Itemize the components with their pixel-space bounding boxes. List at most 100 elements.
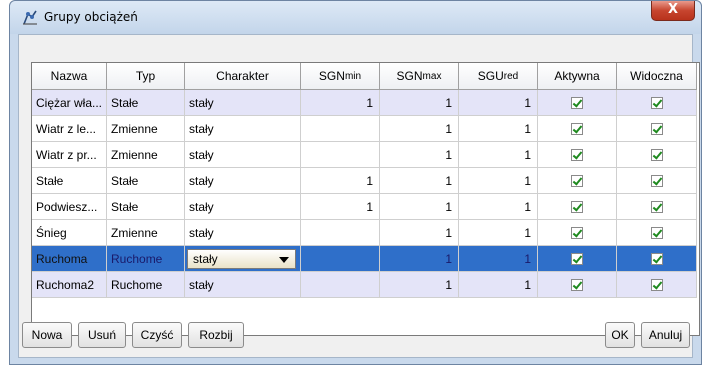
- table-row[interactable]: Stałe Stałe stały 1 1 1: [32, 168, 697, 194]
- cell-charakter[interactable]: stały: [185, 220, 301, 246]
- cell-nazwa[interactable]: Ruchoma2: [32, 272, 107, 298]
- cell-sgu-red[interactable]: 1: [459, 168, 538, 194]
- cell-charakter-text: stały: [189, 95, 214, 110]
- cell-widoczna: [617, 116, 697, 142]
- cell-typ[interactable]: Ruchome: [107, 246, 185, 272]
- title-bar[interactable]: Grupy obciążeń X: [10, 1, 701, 34]
- column-header-sgn-min[interactable]: SGN min: [301, 63, 380, 90]
- widoczna-checkbox[interactable]: [650, 200, 663, 213]
- aktywna-checkbox[interactable]: [571, 278, 583, 291]
- cell-sgu-red[interactable]: 1: [459, 90, 538, 116]
- cell-sgn-max[interactable]: 1: [380, 168, 459, 194]
- header-label: Charakter: [216, 69, 269, 83]
- cell-sgn-max[interactable]: 1: [380, 90, 459, 116]
- anuluj-button[interactable]: Anuluj: [641, 322, 690, 348]
- table-row[interactable]: Podwiesz... Stałe stały 1 1 1: [32, 194, 697, 220]
- table-row[interactable]: Wiatr z le... Zmienne stały 1 1: [32, 116, 697, 142]
- column-header-sgu-red[interactable]: SGU red: [459, 63, 538, 90]
- cell-sgn-min[interactable]: 1: [301, 168, 380, 194]
- cell-sgn-max[interactable]: 1: [380, 246, 459, 272]
- cell-sgu-red[interactable]: 1: [459, 220, 538, 246]
- cell-typ-text: Zmienne: [111, 225, 158, 240]
- cell-typ[interactable]: Stałe: [107, 90, 185, 116]
- table-row[interactable]: Ciężar wła... Stałe stały 1 1 1: [32, 90, 697, 116]
- cell-sgu-red[interactable]: 1: [459, 142, 538, 168]
- cell-widoczna: [617, 272, 697, 298]
- cell-sgn-min[interactable]: 1: [301, 90, 380, 116]
- cell-sgn-max[interactable]: 1: [380, 116, 459, 142]
- widoczna-checkbox[interactable]: [650, 96, 663, 109]
- cell-charakter[interactable]: stały: [185, 246, 301, 272]
- cell-charakter[interactable]: stały: [185, 90, 301, 116]
- aktywna-checkbox[interactable]: [571, 200, 583, 213]
- widoczna-checkbox[interactable]: [650, 174, 663, 187]
- column-header-charakter[interactable]: Charakter: [185, 63, 301, 90]
- cell-nazwa[interactable]: Stałe: [32, 168, 107, 194]
- column-header-typ[interactable]: Typ: [107, 63, 185, 90]
- cell-typ[interactable]: Zmienne: [107, 116, 185, 142]
- cell-sgu-red[interactable]: 1: [459, 116, 538, 142]
- cell-sgn-min[interactable]: [301, 220, 380, 246]
- cell-typ[interactable]: Stałe: [107, 194, 185, 220]
- cell-nazwa[interactable]: Wiatr z le...: [32, 116, 107, 142]
- dialog-client-area: Nazwa Typ Charakter SGN min SGN max SGU red…: [18, 34, 700, 358]
- czysc-button[interactable]: Czyść: [132, 322, 182, 348]
- cell-sgn-max-text: 1: [445, 121, 452, 136]
- cell-sgn-min[interactable]: [301, 246, 380, 272]
- cell-sgu-red[interactable]: 1: [459, 246, 538, 272]
- cell-charakter[interactable]: stały: [185, 142, 301, 168]
- ok-button[interactable]: OK: [605, 322, 635, 348]
- column-header-aktywna[interactable]: Aktywna: [538, 63, 617, 90]
- cell-sgn-max[interactable]: 1: [380, 142, 459, 168]
- cell-charakter[interactable]: stały: [185, 168, 301, 194]
- cell-nazwa-text: Śnieg: [36, 225, 67, 240]
- aktywna-checkbox[interactable]: [571, 226, 583, 239]
- cell-sgn-max[interactable]: 1: [380, 220, 459, 246]
- table-row[interactable]: Ruchoma Ruchome stały 1 1: [32, 246, 697, 272]
- close-button[interactable]: X: [651, 1, 695, 21]
- cell-nazwa[interactable]: Ciężar wła...: [32, 90, 107, 116]
- cell-typ[interactable]: Zmienne: [107, 220, 185, 246]
- aktywna-checkbox[interactable]: [571, 96, 583, 109]
- charakter-dropdown[interactable]: stały: [187, 248, 296, 269]
- widoczna-checkbox[interactable]: [650, 278, 663, 291]
- cell-sgn-max[interactable]: 1: [380, 194, 459, 220]
- widoczna-checkbox[interactable]: [650, 148, 663, 161]
- table-row[interactable]: Śnieg Zmienne stały 1 1: [32, 220, 697, 246]
- cell-sgn-min[interactable]: [301, 272, 380, 298]
- aktywna-checkbox[interactable]: [571, 122, 583, 135]
- cell-typ[interactable]: Zmienne: [107, 142, 185, 168]
- header-subscript: red: [503, 70, 519, 82]
- cell-sgn-max[interactable]: 1: [380, 272, 459, 298]
- aktywna-checkbox[interactable]: [571, 174, 583, 187]
- cell-nazwa[interactable]: Podwiesz...: [32, 194, 107, 220]
- chevron-down-icon[interactable]: [279, 256, 289, 263]
- table-row[interactable]: Ruchoma2 Ruchome stały 1 1: [32, 272, 697, 298]
- cell-sgn-min[interactable]: [301, 142, 380, 168]
- cell-nazwa[interactable]: Wiatr z pr...: [32, 142, 107, 168]
- widoczna-checkbox[interactable]: [650, 122, 663, 135]
- cell-typ[interactable]: Stałe: [107, 168, 185, 194]
- cell-sgn-min[interactable]: [301, 116, 380, 142]
- widoczna-checkbox[interactable]: [650, 226, 663, 239]
- column-header-nazwa[interactable]: Nazwa: [32, 63, 107, 90]
- widoczna-checkbox[interactable]: [650, 252, 663, 265]
- column-header-widoczna[interactable]: Widoczna: [617, 63, 697, 90]
- cell-charakter[interactable]: stały: [185, 272, 301, 298]
- cell-nazwa[interactable]: Śnieg: [32, 220, 107, 246]
- column-header-sgn-max[interactable]: SGN max: [380, 63, 459, 90]
- cell-sgu-red[interactable]: 1: [459, 194, 538, 220]
- cell-aktywna: [538, 220, 617, 246]
- nowa-button[interactable]: Nowa: [22, 322, 72, 348]
- usun-button[interactable]: Usuń: [78, 322, 126, 348]
- table-row[interactable]: Wiatr z pr... Zmienne stały 1 1: [32, 142, 697, 168]
- aktywna-checkbox[interactable]: [571, 252, 583, 265]
- aktywna-checkbox[interactable]: [571, 148, 583, 161]
- cell-sgn-min[interactable]: 1: [301, 194, 380, 220]
- cell-typ[interactable]: Ruchome: [107, 272, 185, 298]
- cell-sgu-red[interactable]: 1: [459, 272, 538, 298]
- cell-nazwa[interactable]: Ruchoma: [32, 246, 107, 272]
- rozbij-button[interactable]: Rozbij: [188, 322, 244, 348]
- cell-charakter[interactable]: stały: [185, 194, 301, 220]
- cell-charakter[interactable]: stały: [185, 116, 301, 142]
